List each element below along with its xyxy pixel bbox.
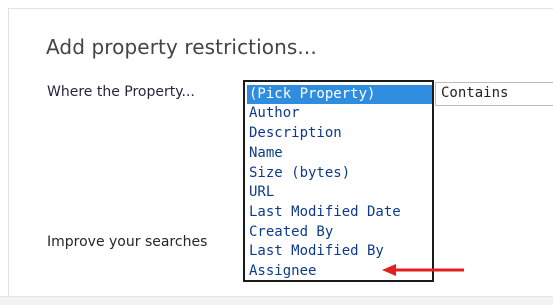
improve-searches-label: Improve your searches — [47, 234, 208, 250]
property-option-assignee[interactable]: Assignee — [249, 262, 316, 281]
property-option-created-by[interactable]: Created By — [249, 223, 333, 242]
property-option-size[interactable]: Size (bytes) — [249, 164, 350, 183]
property-option-name[interactable]: Name — [249, 144, 283, 163]
annotation-arrow-icon — [382, 264, 464, 276]
property-option-description[interactable]: Description — [249, 124, 342, 143]
operator-value: Contains — [441, 85, 509, 101]
operator-dropdown[interactable]: Contains — [435, 82, 553, 106]
property-option-pick-property[interactable]: (Pick Property) — [247, 85, 432, 104]
property-option-last-modified-date[interactable]: Last Modified Date — [249, 203, 401, 222]
where-property-label: Where the Property... — [47, 84, 195, 100]
property-option-author[interactable]: Author — [249, 104, 300, 123]
property-option-last-modified-by[interactable]: Last Modified By — [249, 242, 384, 261]
section-title: Add property restrictions... — [46, 35, 317, 59]
property-option-url[interactable]: URL — [249, 183, 274, 202]
property-listbox[interactable]: (Pick Property) Author Description Name … — [243, 80, 434, 282]
